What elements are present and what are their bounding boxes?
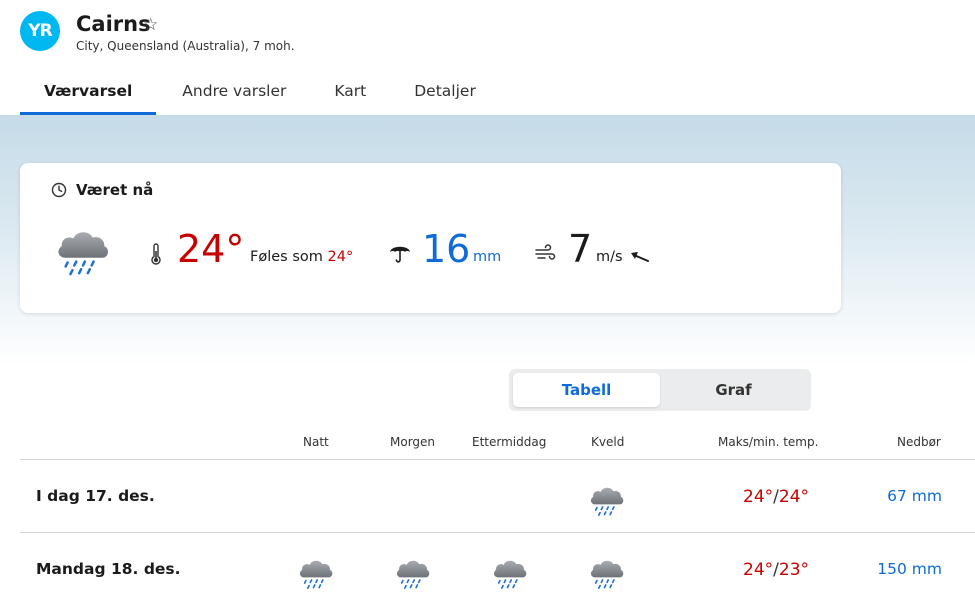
clock-icon bbox=[51, 182, 67, 198]
location-subtitle: City, Queensland (Australia), 7 moh. bbox=[76, 39, 295, 53]
tab-detaljer[interactable]: Detaljer bbox=[390, 75, 500, 115]
column-header-morgen: Morgen bbox=[390, 435, 436, 449]
main-tabs: Værvarsel Andre varsler Kart Detaljer bbox=[20, 75, 500, 115]
temp-min: 23° bbox=[778, 560, 810, 580]
tab-vaervarsel[interactable]: Værvarsel bbox=[20, 75, 157, 115]
wind-arrow-icon bbox=[631, 252, 649, 262]
tab-kart[interactable]: Kart bbox=[310, 75, 390, 115]
toggle-tabell-button[interactable]: Tabell bbox=[513, 373, 660, 407]
column-header-natt: Natt bbox=[303, 435, 329, 449]
temp-max: 24° bbox=[743, 487, 774, 507]
rain-cloud-icon bbox=[588, 556, 626, 590]
yr-logo[interactable]: YR bbox=[20, 11, 60, 51]
tab-andre-varsler[interactable]: Andre varsler bbox=[158, 75, 310, 115]
view-toggle: Tabell Graf bbox=[509, 369, 811, 411]
rain-cloud-icon bbox=[54, 225, 112, 277]
table-divider bbox=[20, 459, 975, 460]
column-header-temp: Maks/min. temp. bbox=[718, 435, 819, 449]
precipitation-unit: mm bbox=[473, 249, 502, 265]
star-outline-icon[interactable]: ☆ bbox=[143, 15, 158, 35]
rain-cloud-icon bbox=[491, 556, 529, 590]
location-name: Cairns bbox=[76, 12, 151, 36]
rain-cloud-icon bbox=[394, 556, 432, 590]
temp-max-min: 24°/23° bbox=[743, 560, 809, 580]
wind-unit: m/s bbox=[596, 249, 623, 265]
column-header-nedbor: Nedbør bbox=[897, 435, 941, 449]
feels-like-label: Føles som bbox=[250, 249, 323, 265]
umbrella-icon bbox=[390, 246, 410, 263]
temp-max: 24° bbox=[743, 560, 774, 580]
row-day-label: Mandag 18. des. bbox=[36, 560, 181, 578]
current-precipitation: 16 bbox=[422, 227, 471, 271]
current-weather-title: Været nå bbox=[76, 181, 154, 199]
current-weather-card: Været nå 24° Føles som 24° 16 mm 7 m/s bbox=[20, 163, 841, 313]
site-header: YR Cairns ☆ City, Queensland (Australia)… bbox=[0, 0, 975, 115]
temp-max-min: 24°/24° bbox=[743, 487, 809, 507]
column-header-ettermiddag: Ettermiddag bbox=[472, 435, 547, 449]
toggle-graf-button[interactable]: Graf bbox=[660, 373, 807, 407]
row-day-label: I dag 17. des. bbox=[36, 487, 155, 505]
feels-like-value: 24° bbox=[327, 249, 354, 265]
current-wind-speed: 7 bbox=[568, 227, 593, 271]
rain-cloud-icon bbox=[297, 556, 335, 590]
temp-min: 24° bbox=[778, 487, 810, 507]
table-divider bbox=[20, 532, 975, 533]
row-precipitation: 150 mm bbox=[877, 560, 942, 578]
thermometer-icon bbox=[151, 243, 161, 265]
wind-icon bbox=[535, 244, 556, 260]
rain-cloud-icon bbox=[588, 483, 626, 517]
feels-like: Føles som 24° bbox=[250, 249, 353, 265]
current-temperature: 24° bbox=[177, 227, 245, 271]
row-precipitation: 67 mm bbox=[887, 487, 942, 505]
column-header-kveld: Kveld bbox=[591, 435, 625, 449]
